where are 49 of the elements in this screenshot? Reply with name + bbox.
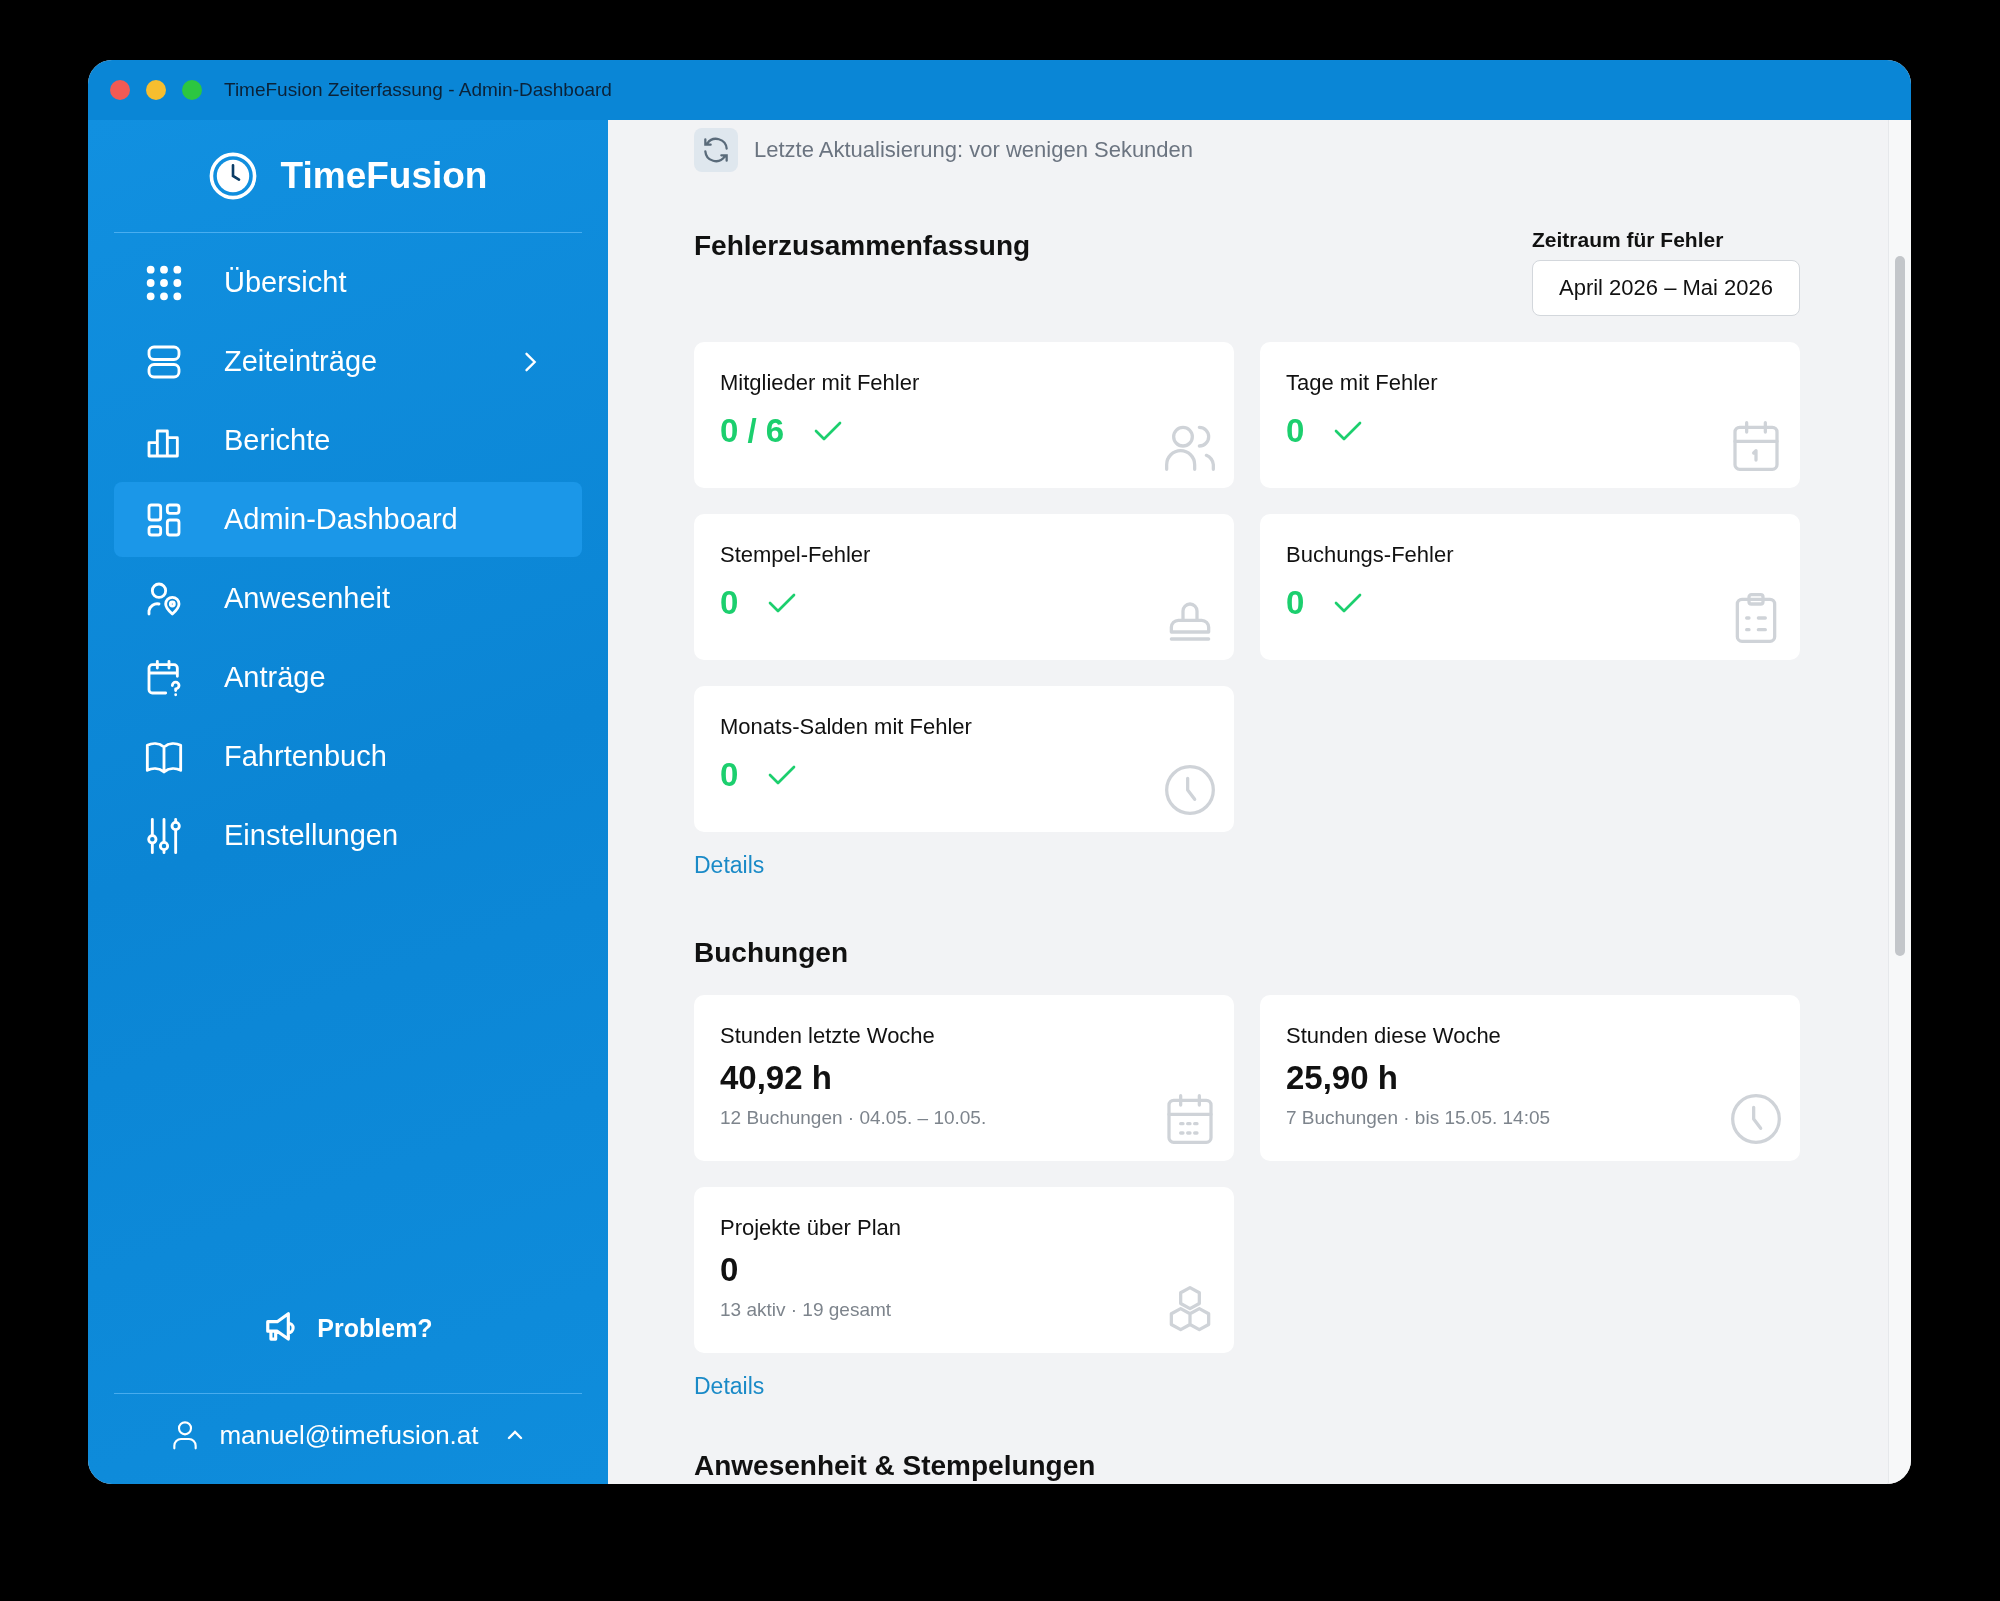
section-title: Buchungen: [694, 937, 849, 969]
card-title: Buchungs-Fehler: [1286, 542, 1455, 568]
close-button[interactable]: [110, 80, 130, 100]
clock-logo-icon: [208, 152, 257, 200]
nav-item[interactable]: Fahrtenbuch: [114, 719, 582, 794]
error-count: 0 / 6: [720, 412, 785, 450]
clock-icon: [1728, 1091, 1784, 1147]
nav-item[interactable]: Anwesenheit: [114, 561, 582, 636]
zoom-button[interactable]: [182, 80, 202, 100]
nav-item[interactable]: Zeiteinträge: [114, 324, 582, 399]
user-menu-button[interactable]: manuel@timefusion.at: [161, 1394, 535, 1484]
stat-subtitle: 13 aktiv · 19 gesamt: [720, 1299, 893, 1321]
section-title: Fehlerzusammenfassung: [694, 230, 1031, 262]
error-count: 0: [720, 584, 739, 622]
period-label: Zeitraum für Fehler: [1532, 228, 1724, 252]
period-select[interactable]: April 2026 – Mai 2026: [1532, 260, 1800, 316]
stat-subtitle: 7 Buchungen · bis 15.05. 14:05: [1286, 1107, 1552, 1129]
app-name: TimeFusion: [280, 155, 488, 197]
stat-value: 25,90 h: [1286, 1059, 1399, 1097]
nav-item[interactable]: Admin-Dashboard: [114, 482, 582, 557]
card-title: Stunden letzte Woche: [720, 1023, 936, 1049]
stat-value: 0: [720, 1251, 740, 1289]
error-count: 0: [720, 756, 739, 794]
stat-value: 40,92 h: [720, 1059, 833, 1097]
card-title: Mitglieder mit Fehler: [720, 370, 921, 396]
card-title: Monats-Salden mit Fehler: [720, 714, 973, 740]
sliders-icon: [144, 815, 184, 856]
nav-item[interactable]: Einstellungen: [114, 798, 582, 873]
error-count: 0: [1286, 412, 1305, 450]
refresh-button[interactable]: [694, 128, 738, 172]
card-title: Tage mit Fehler: [1286, 370, 1439, 396]
section-title: Anwesenheit & Stempelungen: [694, 1450, 1097, 1482]
clock-icon: [1162, 762, 1218, 818]
window-title: TimeFusion Zeiterfassung - Admin-Dashboard: [224, 79, 612, 101]
problem-button[interactable]: Problem?: [255, 1305, 441, 1351]
details-link[interactable]: Details: [694, 852, 765, 879]
nav-item[interactable]: Berichte: [114, 403, 582, 478]
details-link[interactable]: Details: [694, 1373, 765, 1400]
card-title: Stunden diese Woche: [1286, 1023, 1502, 1049]
nav-item[interactable]: Übersicht: [114, 245, 582, 320]
card-title: Projekte über Plan: [720, 1215, 902, 1241]
stat-subtitle: 12 Buchungen · 04.05. – 10.05.: [720, 1107, 988, 1129]
last-update-text: Letzte Aktualisierung: vor wenigen Sekunden: [754, 137, 1194, 163]
minimize-button[interactable]: [146, 80, 166, 100]
scrollbar-thumb[interactable]: [1895, 256, 1905, 956]
error-count: 0: [1286, 584, 1305, 622]
card-title: Stempel-Fehler: [720, 542, 872, 568]
nav-item[interactable]: Anträge: [114, 640, 582, 715]
scrollbar[interactable]: [1888, 120, 1911, 1484]
